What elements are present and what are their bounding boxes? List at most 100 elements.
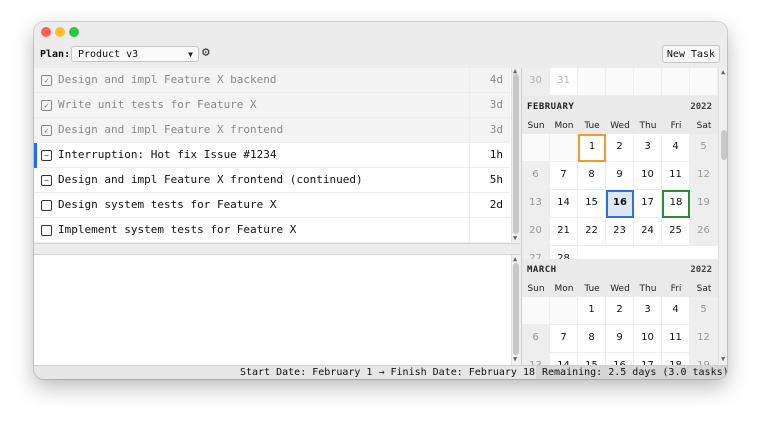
task-duration[interactable]: 3d [469,93,507,117]
minimize-window-button[interactable] [55,27,65,37]
notes-scrollbar[interactable]: ▲ ▼ [511,255,521,365]
task-row[interactable]: Design system tests for Feature X 2d [34,193,510,218]
calendar-day[interactable]: 10 [634,162,662,190]
calendar-day[interactable]: 5 [690,297,718,325]
task-row[interactable]: ✓ Design and impl Feature X backend 4d [34,68,510,93]
calendar-day[interactable]: 11 [662,325,690,353]
calendar-day[interactable]: 14 [550,353,578,365]
calendar-day[interactable]: 10 [634,325,662,353]
calendar-day[interactable]: 21 [550,218,578,246]
calendar-day[interactable]: 3 [634,297,662,325]
task-checkbox[interactable]: ✓ [41,100,52,111]
task-row[interactable]: − Interruption: Hot fix Issue #1234 1h [34,143,510,168]
task-row[interactable]: ✓ Design and impl Feature X frontend 3d [34,118,510,143]
calendar-day[interactable]: 8 [578,162,606,190]
task-name[interactable]: Write unit tests for Feature X [58,98,257,111]
task-name[interactable]: Design and impl Feature X backend [58,73,277,86]
calendar-day[interactable]: 1 [578,134,606,162]
calendar-day[interactable]: 7 [550,325,578,353]
calendar-empty-cell[interactable] [522,134,550,162]
calendar-day[interactable]: 18 [662,353,690,365]
task-list[interactable]: ✓ Design and impl Feature X backend 4d ✓ Wri… [34,68,510,243]
calendar-day[interactable]: 6 [522,325,550,353]
gear-icon[interactable]: ⚙ [202,45,210,60]
calendar-empty-cell[interactable] [634,68,662,96]
task-duration[interactable]: 4d [469,68,507,92]
calendar-day[interactable]: 13 [522,353,550,365]
calendar-day[interactable]: 13 [522,190,550,218]
task-checkbox[interactable]: ✓ [41,75,52,86]
calendar-day[interactable]: 12 [690,162,718,190]
task-list-scrollbar[interactable]: ▲ ▼ [511,67,521,243]
task-duration[interactable]: 3d [469,118,507,142]
calendar-day[interactable]: 25 [662,218,690,246]
calendar-day[interactable]: 16 [606,353,634,365]
calendar-scrollbar[interactable]: ▲ ▼ [718,68,727,365]
calendar-day[interactable]: 8 [578,325,606,353]
scrollbar-thumb[interactable] [721,130,727,160]
task-duration[interactable]: 5h [469,168,507,192]
task-row[interactable]: ✓ Write unit tests for Feature X 3d [34,93,510,118]
pane-splitter[interactable] [34,243,520,255]
zoom-window-button[interactable] [69,27,79,37]
calendar-day[interactable]: 15 [578,190,606,218]
task-checkbox[interactable] [41,225,52,236]
task-checkbox[interactable]: ✓ [41,125,52,136]
calendar-day[interactable]: 2 [606,297,634,325]
calendar-day[interactable]: 30 [522,68,550,96]
notes-area[interactable] [34,255,510,365]
calendar-day[interactable]: 17 [634,353,662,365]
calendar-day[interactable]: 15 [578,353,606,365]
calendar-day[interactable]: 9 [606,162,634,190]
calendar-empty-cell[interactable] [690,68,718,96]
calendar-empty-cell[interactable] [522,297,550,325]
scroll-down-icon[interactable]: ▼ [513,355,517,363]
calendar-empty-cell[interactable] [662,68,690,96]
calendar-day[interactable]: 3 [634,134,662,162]
task-name[interactable]: Design and impl Feature X frontend [58,123,283,136]
calendar-day[interactable]: 26 [690,218,718,246]
calendar-day[interactable]: 19 [690,190,718,218]
calendar-empty-cell[interactable] [606,68,634,96]
calendar-day[interactable]: 9 [606,325,634,353]
calendar-day[interactable]: 7 [550,162,578,190]
calendar-empty-cell[interactable] [578,68,606,96]
calendar-day[interactable]: 4 [662,134,690,162]
calendar-day[interactable]: 20 [522,218,550,246]
calendar-day[interactable]: 1 [578,297,606,325]
calendar-day[interactable]: 23 [606,218,634,246]
task-row[interactable]: Implement system tests for Feature X [34,218,510,243]
calendar-day[interactable]: 2 [606,134,634,162]
task-duration[interactable] [469,218,507,242]
task-duration[interactable]: 2d [469,193,507,217]
task-name[interactable]: Design and impl Feature X frontend (cont… [58,173,363,186]
scroll-up-icon[interactable]: ▲ [721,68,725,76]
calendar-day[interactable]: 6 [522,162,550,190]
task-checkbox[interactable] [41,200,52,211]
scrollbar-thumb[interactable] [513,74,519,234]
calendar-day[interactable]: 24 [634,218,662,246]
task-name[interactable]: Interruption: Hot fix Issue #1234 [58,148,277,161]
calendar-day[interactable]: 17 [634,190,662,218]
task-name[interactable]: Implement system tests for Feature X [58,223,296,236]
task-checkbox[interactable]: − [41,150,52,161]
calendar-day[interactable]: 12 [690,325,718,353]
plan-select[interactable]: Product v3 ▼ [71,46,199,62]
scrollbar-thumb[interactable] [513,263,519,355]
calendar-day[interactable]: 22 [578,218,606,246]
close-window-button[interactable] [41,27,51,37]
task-checkbox[interactable]: − [41,175,52,186]
calendar-day[interactable]: 5 [690,134,718,162]
new-task-button[interactable]: New Task [662,45,720,63]
calendar-day[interactable]: 18 [662,190,690,218]
scroll-up-icon[interactable]: ▲ [513,255,517,263]
calendar-day[interactable]: 11 [662,162,690,190]
task-duration[interactable]: 1h [469,143,507,167]
calendar-day[interactable]: 14 [550,190,578,218]
task-name[interactable]: Design system tests for Feature X [58,198,277,211]
calendar-empty-cell[interactable] [550,134,578,162]
task-row[interactable]: − Design and impl Feature X frontend (con… [34,168,510,193]
calendar-empty-cell[interactable] [550,297,578,325]
scroll-down-icon[interactable]: ▼ [513,234,517,242]
calendar-day[interactable]: 4 [662,297,690,325]
